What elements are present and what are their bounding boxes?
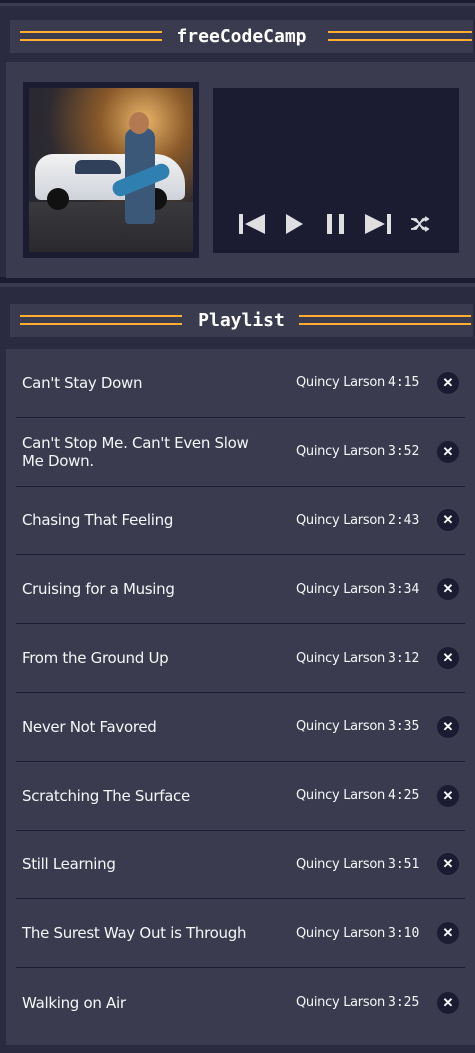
- song-title: Walking on Air: [22, 993, 126, 1012]
- close-icon: ✕: [442, 512, 454, 528]
- playlist-title: Playlist: [184, 310, 299, 331]
- delete-song-button[interactable]: ✕: [437, 509, 459, 532]
- playlist-song[interactable]: Scratching The Surface Quincy Larson 4:25 ✕: [16, 762, 465, 831]
- song-duration: 3:12: [388, 650, 420, 666]
- player: freeCodeCamp: [0, 3, 475, 278]
- song-artist: Quincy Larson: [296, 581, 385, 597]
- delete-song-button[interactable]: ✕: [437, 440, 459, 463]
- song-duration: 3:34: [388, 581, 420, 597]
- close-icon: ✕: [442, 443, 454, 459]
- close-icon: ✕: [442, 787, 454, 803]
- song-duration: 4:15: [388, 375, 420, 391]
- skip-next-icon: [365, 214, 391, 234]
- delete-song-button[interactable]: ✕: [437, 991, 459, 1014]
- play-icon: [286, 214, 303, 234]
- playlist-song[interactable]: Never Not Favored Quincy Larson 3:35 ✕: [16, 693, 465, 762]
- delete-song-button[interactable]: ✕: [437, 922, 459, 945]
- playlist-song[interactable]: Can't Stay Down Quincy Larson 4:15 ✕: [16, 349, 465, 418]
- delete-song-button[interactable]: ✕: [437, 853, 459, 876]
- player-content: [6, 62, 475, 278]
- playlist-songs: Can't Stay Down Quincy Larson 4:15 ✕ Can't S…: [6, 349, 475, 1045]
- close-icon: ✕: [442, 994, 454, 1010]
- skip-previous-icon: [239, 214, 265, 234]
- song-duration: 4:25: [388, 788, 420, 804]
- shuffle-icon: [411, 216, 430, 232]
- song-duration: 3:10: [388, 925, 420, 941]
- player-controls: [213, 88, 459, 253]
- song-title: Still Learning: [22, 855, 116, 874]
- song-artist: Quincy Larson: [296, 719, 385, 735]
- playlist-song[interactable]: Chasing That Feeling Quincy Larson 2:43 ✕: [16, 487, 465, 556]
- song-artist: Quincy Larson: [296, 925, 385, 941]
- song-title: Can't Stop Me. Can't Even Slow Me Down.: [22, 433, 249, 470]
- close-icon: ✕: [442, 718, 454, 734]
- close-icon: ✕: [442, 374, 454, 390]
- song-artist: Quincy Larson: [296, 444, 385, 460]
- shuffle-button[interactable]: [399, 210, 441, 238]
- decorative-lines-right: [328, 31, 472, 41]
- next-button[interactable]: [357, 210, 399, 238]
- playlist-song[interactable]: From the Ground Up Quincy Larson 3:12 ✕: [16, 624, 465, 693]
- song-duration: 3:25: [388, 995, 420, 1011]
- delete-song-button[interactable]: ✕: [437, 647, 459, 670]
- song-artist: Quincy Larson: [296, 650, 385, 666]
- previous-button[interactable]: [231, 210, 273, 238]
- song-artist: Quincy Larson: [296, 512, 385, 528]
- song-artist: Quincy Larson: [296, 995, 385, 1011]
- song-duration: 3:35: [388, 719, 420, 735]
- decorative-lines-left: [20, 31, 164, 41]
- song-artist: Quincy Larson: [296, 856, 385, 872]
- player-title: freeCodeCamp: [162, 26, 321, 47]
- delete-song-button[interactable]: ✕: [437, 578, 459, 601]
- close-icon: ✕: [442, 650, 454, 666]
- play-button[interactable]: [273, 210, 315, 238]
- song-title: Cruising for a Musing: [22, 580, 175, 599]
- album-art: [23, 82, 199, 258]
- song-title: Scratching The Surface: [22, 786, 190, 805]
- decorative-lines-left: [20, 315, 182, 325]
- delete-song-button[interactable]: ✕: [437, 715, 459, 738]
- song-duration: 3:52: [388, 444, 420, 460]
- song-duration: 3:51: [388, 856, 420, 872]
- playlist-bar: Playlist: [10, 304, 473, 337]
- close-icon: ✕: [442, 856, 454, 872]
- song-title: The Surest Way Out is Through: [22, 924, 247, 943]
- player-bar: freeCodeCamp: [10, 20, 473, 53]
- song-title: Can't Stay Down: [22, 373, 143, 392]
- close-icon: ✕: [442, 581, 454, 597]
- playlist-song[interactable]: Cruising for a Musing Quincy Larson 3:34 ✕: [16, 555, 465, 625]
- song-title: From the Ground Up: [22, 649, 169, 668]
- song-duration: 2:43: [388, 512, 420, 528]
- delete-song-button[interactable]: ✕: [437, 371, 459, 394]
- song-artist: Quincy Larson: [296, 375, 385, 391]
- song-title: Never Not Favored: [22, 717, 157, 736]
- song-title: Chasing That Feeling: [22, 511, 174, 530]
- playlist-song[interactable]: Still Learning Quincy Larson 3:51 ✕: [16, 831, 465, 900]
- playlist-song[interactable]: Can't Stop Me. Can't Even Slow Me Down. Q…: [16, 418, 465, 487]
- pause-icon: [327, 214, 344, 234]
- playlist-song[interactable]: Walking on Air Quincy Larson 3:25 ✕: [16, 968, 465, 1037]
- decorative-lines-right: [299, 315, 471, 325]
- pause-button[interactable]: [315, 210, 357, 238]
- delete-song-button[interactable]: ✕: [437, 784, 459, 807]
- album-art-image: [29, 88, 193, 252]
- song-artist: Quincy Larson: [296, 788, 385, 804]
- playlist-song[interactable]: The Surest Way Out is Through Quincy Lars…: [16, 899, 465, 969]
- close-icon: ✕: [442, 925, 454, 941]
- playlist: Playlist Can't Stay Down Quincy Larson 4:1…: [0, 283, 475, 1053]
